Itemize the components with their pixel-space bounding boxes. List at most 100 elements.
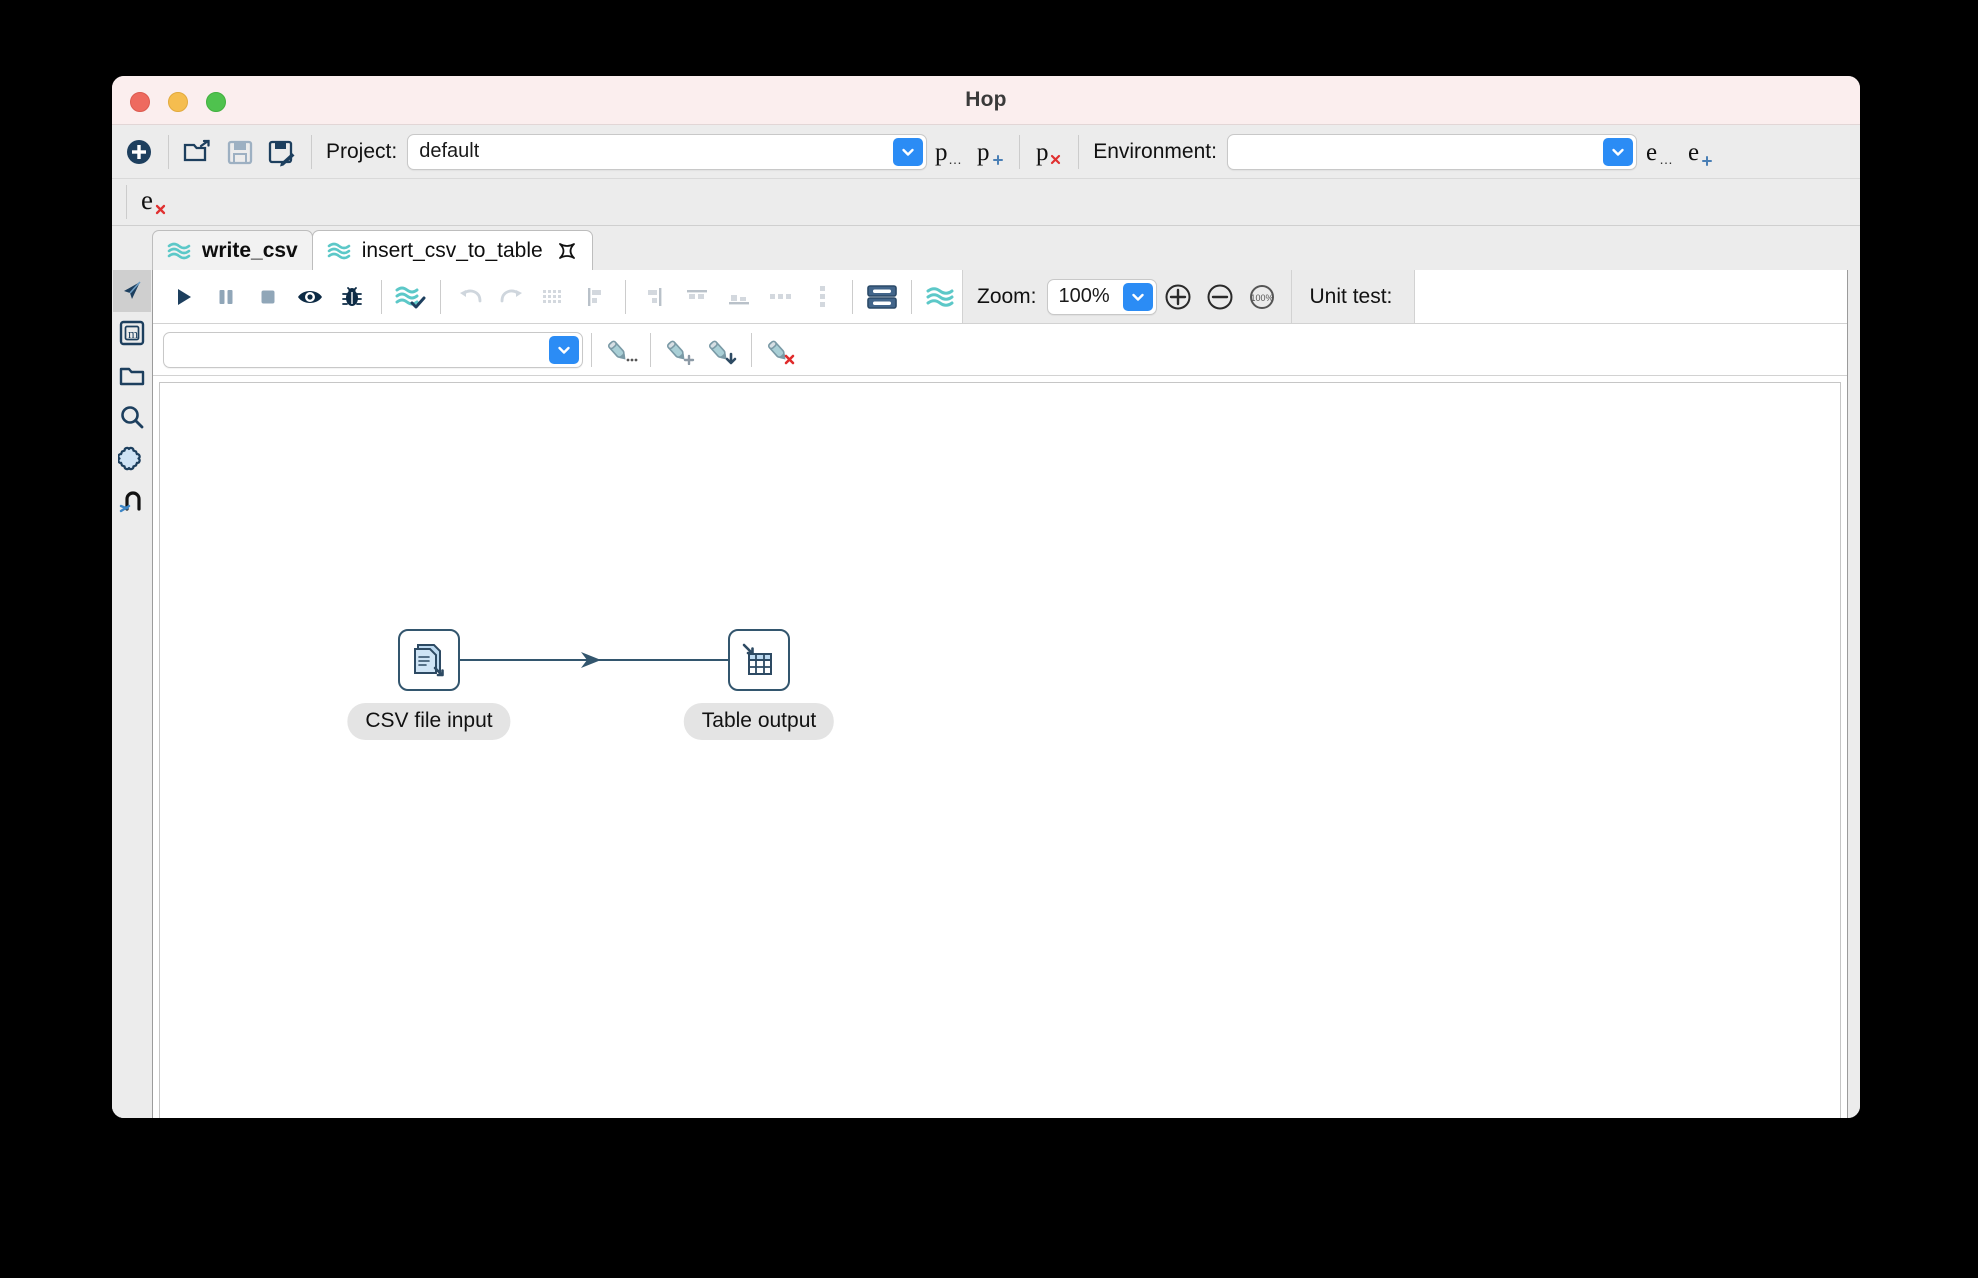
toolbar-separator: [440, 279, 441, 314]
unit-test-combo[interactable]: [163, 331, 583, 368]
delete-unit-test-button[interactable]: [760, 330, 802, 370]
distribute-horizontal-icon: [770, 293, 791, 299]
pipeline-canvas[interactable]: CSV file input Table output: [159, 382, 1841, 1118]
save-file-button[interactable]: [219, 132, 261, 172]
sidebar-item-metadata[interactable]: m: [113, 312, 151, 354]
svg-text:p: p: [935, 139, 948, 166]
environment-label: Environment:: [1093, 139, 1217, 163]
create-unit-test-button[interactable]: [659, 330, 701, 370]
run-pipeline-button[interactable]: [163, 277, 205, 317]
environment-add-icon: e: [1688, 139, 1712, 166]
left-sidebar: m: [112, 270, 152, 1118]
node-label: CSV file input: [347, 703, 511, 740]
svg-text:p: p: [1036, 139, 1049, 166]
edit-unit-test-button[interactable]: [600, 330, 642, 370]
project-combo[interactable]: default: [407, 133, 928, 170]
cursor-arrow-icon: [124, 281, 141, 299]
play-icon: [178, 288, 191, 305]
tab-write-csv[interactable]: write_csv: [152, 230, 313, 270]
show-data-grid-button[interactable]: [861, 277, 903, 317]
csv-file-input-icon: [414, 644, 444, 677]
add-environment-button[interactable]: e: [1679, 132, 1721, 172]
distribute-vertical-icon: [820, 285, 825, 307]
redo-button[interactable]: [491, 277, 533, 317]
open-file-button[interactable]: [177, 132, 219, 172]
grid-dots-icon: [543, 289, 561, 303]
toolbar-separator: [311, 134, 312, 169]
zoom-in-button[interactable]: [1157, 277, 1199, 317]
folder-icon: [119, 367, 145, 386]
node-csv-file-input[interactable]: CSV file input: [347, 629, 511, 740]
svg-text:e: e: [141, 185, 153, 215]
pipeline-waves-icon: [167, 242, 191, 259]
align-top-button[interactable]: [676, 277, 718, 317]
align-left-button[interactable]: [575, 277, 617, 317]
sidebar-item-explorer[interactable]: [113, 270, 151, 312]
stop-icon: [261, 290, 275, 303]
undo-button[interactable]: [449, 277, 491, 317]
zoom-out-button[interactable]: [1199, 277, 1241, 317]
align-right-button[interactable]: [634, 277, 676, 317]
pipeline-editor: Zoom: 100% 100% Unit test: CSV file inpu…: [152, 270, 1848, 1118]
distribute-vertically-button[interactable]: [802, 277, 844, 317]
align-bottom-icon: [729, 294, 749, 304]
debug-button[interactable]: [331, 277, 373, 317]
align-bottom-button[interactable]: [718, 277, 760, 317]
pencil-delete-icon: [767, 340, 795, 364]
zoom-reset-button[interactable]: 100%: [1241, 277, 1283, 317]
edit-project-button[interactable]: p …: [927, 132, 969, 172]
save-unit-test-button[interactable]: [701, 330, 743, 370]
tab-insert-csv-to-table[interactable]: insert_csv_to_table: [311, 230, 593, 270]
unit-test-combo-arrow[interactable]: [549, 335, 579, 364]
preview-button[interactable]: [289, 277, 331, 317]
hop-arrow: [581, 652, 601, 668]
tab-close-button[interactable]: [556, 240, 578, 262]
environment-combo[interactable]: [1226, 133, 1637, 170]
delete-project-button[interactable]: p: [1028, 132, 1070, 172]
pipeline-toolbar: Zoom: 100% 100% Unit test:: [153, 270, 1847, 324]
sidebar-item-files[interactable]: [113, 354, 151, 396]
svg-text:…: …: [1659, 151, 1673, 167]
pipeline-waves-icon: [926, 286, 954, 307]
check-pipeline-button[interactable]: [390, 277, 432, 317]
project-label: Project:: [326, 139, 398, 163]
node-icon-box[interactable]: [398, 629, 460, 691]
environment-combo-arrow[interactable]: [1602, 137, 1633, 166]
delete-environment-button[interactable]: e: [135, 182, 177, 222]
title-bar: Hop: [112, 76, 1860, 125]
align-right-icon: [648, 287, 662, 306]
project-edit-icon: p …: [935, 139, 962, 167]
tab-bar: write_csv insert_csv_to_table: [112, 226, 1860, 270]
new-item-button[interactable]: [118, 132, 160, 172]
node-table-output[interactable]: Table output: [683, 629, 835, 740]
toolbar-separator: [168, 134, 169, 169]
pipeline-settings-button[interactable]: [920, 277, 962, 317]
unit-test-label-group: Unit test:: [1291, 270, 1416, 323]
zoom-combo-arrow[interactable]: [1122, 282, 1153, 311]
application-window: Hop Project: default p … p p Environment…: [112, 76, 1860, 1118]
stop-pipeline-button[interactable]: [247, 277, 289, 317]
sidebar-item-search[interactable]: [113, 396, 151, 438]
toolbar-separator: [126, 185, 127, 219]
svg-text:e: e: [1688, 139, 1699, 166]
node-icon-box[interactable]: [728, 629, 790, 691]
sidebar-item-plugins[interactable]: [113, 438, 151, 480]
project-combo-arrow[interactable]: [893, 137, 924, 166]
align-top-icon: [687, 289, 707, 299]
svg-text:…: …: [948, 151, 962, 167]
pause-pipeline-button[interactable]: [205, 277, 247, 317]
pencil-add-icon: [666, 340, 695, 365]
add-project-button[interactable]: p: [969, 132, 1011, 172]
zoom-combo-value: 100%: [1058, 285, 1110, 307]
puzzle-piece-icon: [118, 446, 141, 471]
distribute-horizontally-button[interactable]: [760, 277, 802, 317]
zoom-100-percent-icon: 100%: [1249, 284, 1274, 309]
edit-environment-button[interactable]: e …: [1637, 132, 1679, 172]
snap-to-grid-button[interactable]: [533, 277, 575, 317]
unit-test-label: Unit test:: [1309, 284, 1393, 308]
close-x-icon: [558, 242, 575, 259]
sidebar-item-hooks[interactable]: [113, 480, 151, 522]
zoom-label: Zoom:: [977, 284, 1037, 308]
zoom-combo[interactable]: 100%: [1046, 278, 1157, 315]
save-as-file-button[interactable]: [261, 132, 303, 172]
